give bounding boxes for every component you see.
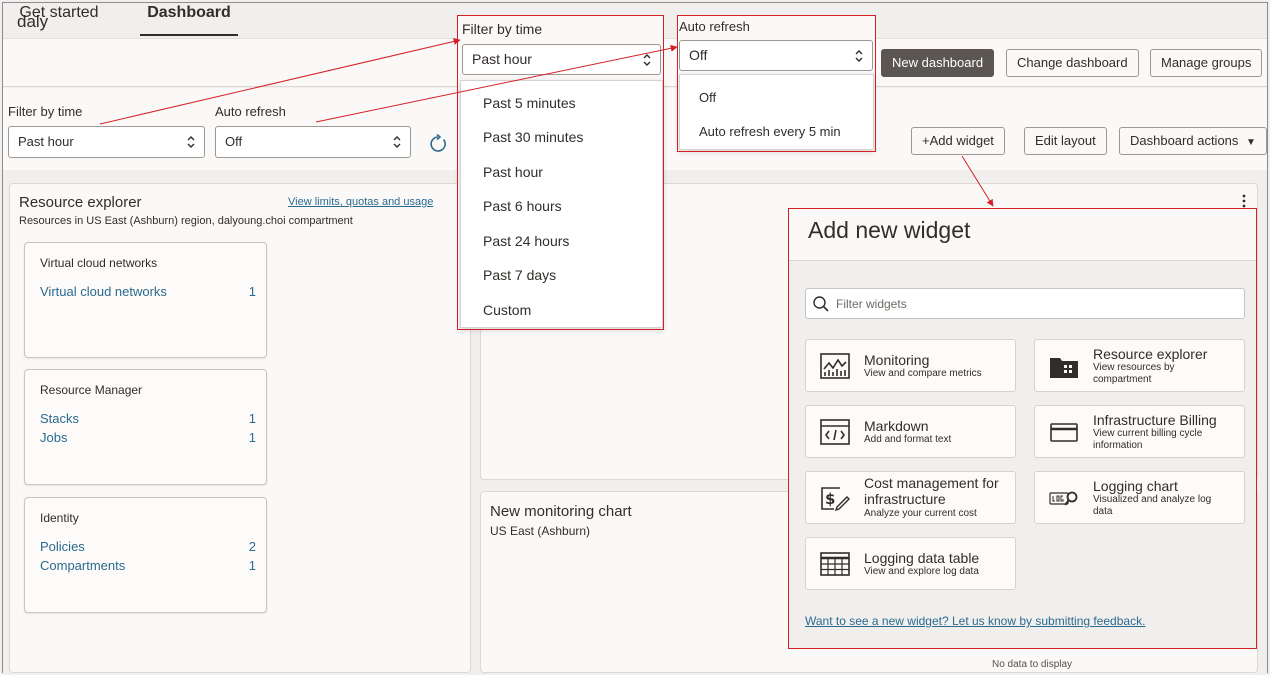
resource-row[interactable]: Virtual cloud networks 1 <box>40 284 256 299</box>
resource-group-title: Identity <box>40 511 79 525</box>
table-icon <box>820 552 850 576</box>
resource-group-resource-manager: Resource Manager Stacks 1 Jobs 1 <box>24 369 267 485</box>
resource-row[interactable]: Stacks 1 <box>40 411 256 426</box>
dashboard-name: daly <box>17 12 49 31</box>
filter-time-label: Filter by time <box>8 104 83 119</box>
widget-card-logging-data-table[interactable]: Logging data table View and explore log … <box>805 537 1016 590</box>
filter-widgets-placeholder: Filter widgets <box>836 297 907 311</box>
auto-refresh-label: Auto refresh <box>215 104 286 119</box>
widget-card-monitoring[interactable]: Monitoring View and compare metrics <box>805 339 1016 392</box>
chevron-updown-icon <box>187 136 195 148</box>
feedback-link[interactable]: Want to see a new widget? Let us know by… <box>805 614 1145 628</box>
filter-time-value: Past hour <box>18 134 74 149</box>
monitoring-chart-icon <box>820 353 850 379</box>
resource-row[interactable]: Policies 2 <box>40 539 256 554</box>
chevron-updown-icon <box>393 136 401 148</box>
auto-refresh-value: Off <box>225 134 243 149</box>
monitoring-chart-region: US East (Ashburn) <box>490 524 591 538</box>
resource-row[interactable]: Jobs 1 <box>40 430 256 445</box>
resource-explorer-title: Resource explorer <box>19 194 142 211</box>
folder-icon <box>1050 358 1078 378</box>
widget-card-infrastructure-billing[interactable]: Infrastructure Billing View current bill… <box>1034 405 1245 458</box>
logs-search-icon <box>1049 491 1078 506</box>
view-limits-link[interactable]: View limits, quotas and usage <box>288 196 433 208</box>
more-options-icon[interactable] <box>1239 193 1249 209</box>
add-widget-button[interactable]: +Add widget <box>911 127 1005 155</box>
svg-text:$: $ <box>825 490 835 508</box>
search-icon <box>813 296 829 312</box>
dashboard-actions-button[interactable]: Dashboard actions ▼ <box>1119 127 1267 155</box>
change-dashboard-button[interactable]: Change dashboard <box>1006 49 1139 77</box>
highlight-time-callout <box>457 15 664 330</box>
resource-group-title: Virtual cloud networks <box>40 256 158 270</box>
resource-group-vcn: Virtual cloud networks Virtual cloud net… <box>24 242 267 358</box>
plus-icon: + <box>922 133 930 148</box>
edit-layout-button[interactable]: Edit layout <box>1024 127 1107 155</box>
widget-card-resource-explorer[interactable]: Resource explorer View resources by comp… <box>1034 339 1245 392</box>
widget-card-markdown[interactable]: Markdown Add and format text <box>805 405 1016 458</box>
tab-dashboard[interactable]: Dashboard <box>140 0 238 36</box>
add-widget-title: Add new widget <box>808 217 971 243</box>
resource-row[interactable]: Compartments 1 <box>40 558 256 573</box>
resource-explorer-subtitle: Resources in US East (Ashburn) region, d… <box>19 215 353 227</box>
code-window-icon <box>820 419 850 445</box>
monitoring-chart-title: New monitoring chart <box>490 503 632 520</box>
widget-card-logging-chart[interactable]: Logging chart Visualized and analyze log… <box>1034 471 1245 524</box>
filter-time-select[interactable]: Past hour <box>8 126 205 158</box>
refresh-icon[interactable] <box>428 134 448 154</box>
auto-refresh-select[interactable]: Off <box>215 126 411 158</box>
resource-group-title: Resource Manager <box>40 383 143 397</box>
cost-edit-icon: $ <box>821 487 850 511</box>
manage-groups-button[interactable]: Manage groups <box>1150 49 1263 77</box>
new-dashboard-button[interactable]: New dashboard <box>881 49 995 77</box>
widget-card-cost-management[interactable]: $ Cost management for infrastructure Ana… <box>805 471 1016 524</box>
caret-down-icon: ▼ <box>1246 137 1256 148</box>
no-data-text: No data to display <box>992 659 1073 670</box>
resource-group-identity: Identity Policies 2 Compartments 1 <box>24 497 267 613</box>
highlight-refresh-callout <box>677 15 876 152</box>
credit-card-icon <box>1050 423 1078 442</box>
